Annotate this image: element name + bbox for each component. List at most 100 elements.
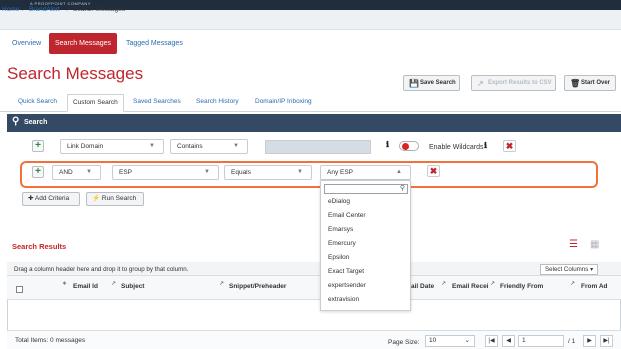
list-view-icon[interactable]: ☰ [569,239,578,250]
column-friendly-from[interactable]: Friendly From [500,283,543,290]
breadcrumb-brandalert[interactable]: BrandAlert [29,6,60,13]
search-panel-title: Search [24,119,48,126]
save-search-button[interactable]: 💾 Save Search [403,75,460,91]
search-icon: ⚲ [399,185,405,192]
export-csv-button[interactable]: ↗ Export Results to CSV [471,75,556,91]
operator-select[interactable]: Contains ▼ [170,139,248,154]
prev-page-button[interactable]: ◀ [502,335,515,347]
dropdown-filter-input[interactable]: ⚲ [324,184,408,194]
tab-saved-searches[interactable]: Saved Searches [128,94,186,112]
select-columns-button[interactable]: Select Columns ▾ [540,264,599,275]
chevron-down-icon: ▼ [204,169,210,175]
esp-select[interactable]: Any ESP ▲ [320,165,411,180]
grid-view-icon[interactable]: ▦ [590,239,599,250]
dropdown-option[interactable]: Epsilon [328,254,349,261]
first-page-button[interactable]: |◀ [485,335,498,347]
breadcrumb-home[interactable]: Home [2,6,19,13]
chevron-down-icon: ▼ [233,143,239,149]
esp-dropdown-list: ⚲ eDialog Email Center Emarsys Emercury … [320,180,411,311]
save-search-label: Save Search [420,80,456,86]
pin-icon[interactable]: ∗ [62,280,67,287]
page-number-input[interactable]: 1 [518,335,564,347]
page-count: / 1 [568,338,576,345]
logic-select-value: AND [59,169,73,176]
info-icon: ℹ [386,140,390,149]
start-over-button[interactable]: 🗑 Start Over [564,75,616,91]
add-criteria-label: Add Criteria [34,195,70,202]
tab-domain-ip-inboxing[interactable]: Domain/IP Inboxing [250,94,317,112]
run-search-button[interactable]: ⚡ Run Search [86,192,144,206]
total-items: Total Items: 0 messages [15,337,86,344]
next-page-button[interactable]: ▶ [583,335,596,347]
tab-overview[interactable]: Overview [6,33,47,54]
add-criteria-button[interactable]: ✚ Add Criteria [22,192,80,206]
column-email-received[interactable]: Email Recei [452,283,489,290]
dropdown-option[interactable]: Emercury [328,240,356,247]
breadcrumb [0,10,621,30]
pin-icon[interactable]: ↗ [219,280,224,287]
dropdown-option[interactable]: expertsender [328,282,366,289]
column-subject[interactable]: Subject [121,283,144,290]
operator-select-value: Equals [231,169,251,176]
dropdown-option[interactable]: Emarsys [328,226,353,233]
add-group-button[interactable]: + [32,140,44,152]
pin-icon[interactable]: ↗ [111,280,116,287]
dropdown-option[interactable]: Exact Target [328,268,364,275]
chevron-up-icon: ▲ [396,169,402,175]
page-size-select[interactable]: 10 ⌄ [425,335,475,347]
results-title: Search Results [12,242,67,251]
search-panel-header: ⚲ Search [7,114,621,132]
breadcrumb-separator: > [66,6,70,13]
tab-quick-search[interactable]: Quick Search [13,94,62,112]
remove-criterion-button[interactable]: ✖ [427,165,440,177]
wildcards-label: Enable Wildcards [429,144,484,151]
tab-tagged-messages[interactable]: Tagged Messages [120,33,189,54]
dropdown-option[interactable]: eDialog [328,198,350,205]
value-input[interactable] [265,140,371,154]
group-by-panel[interactable]: Drag a column header here and drop it to… [7,262,621,276]
pin-icon[interactable]: ↗ [570,280,575,287]
chevron-down-icon: ▼ [149,143,155,149]
pin-icon[interactable]: ↗ [441,280,446,287]
field-select-value: ESP [119,169,133,176]
chevron-down-icon: ▼ [297,169,303,175]
wildcards-toggle[interactable] [399,141,419,151]
remove-criterion-button[interactable]: ✖ [503,140,516,152]
tab-search-history[interactable]: Search History [191,94,244,112]
wildcards-info-icon: ℹ [484,141,488,150]
last-page-button[interactable]: ▶| [600,335,613,347]
page-size-value: 10 [429,337,437,344]
breadcrumb-current: Search Messages [73,6,126,13]
group-by-hint: Drag a column header here and drop it to… [14,266,189,273]
chevron-down-icon: ▼ [86,169,92,175]
column-from-address[interactable]: From Ad [581,283,607,290]
column-email-id[interactable]: Email Id [73,283,98,290]
run-search-label: Run Search [101,195,137,202]
export-csv-label: Export Results to CSV [488,80,552,86]
logic-select[interactable]: AND ▼ [52,165,101,180]
bolt-icon: ⚡ [92,195,101,202]
field-select[interactable]: Link Domain ▼ [60,139,164,154]
export-icon: ↗ [477,79,484,88]
save-icon: 💾 [409,79,419,88]
dropdown-option[interactable]: extravision [328,296,359,303]
add-criterion-button[interactable]: + [32,166,44,178]
plus-icon: ✚ [28,195,34,202]
select-columns-label: Select Columns [545,266,589,273]
start-over-label: Start Over [581,80,611,86]
toggle-knob [402,143,409,150]
field-select[interactable]: ESP ▼ [112,165,219,180]
breadcrumb-separator: > [22,6,26,13]
select-all-checkbox[interactable] [16,286,23,293]
tab-search-messages[interactable]: Search Messages [49,33,118,54]
field-select-value: Link Domain [67,143,104,150]
operator-select-value: Contains [177,143,203,150]
column-email-date[interactable]: ail Date [411,283,434,290]
dropdown-option[interactable]: Email Center [328,212,366,219]
tab-custom-search[interactable]: Custom Search [67,94,124,112]
chevron-down-icon: ▾ [590,266,594,273]
column-snippet-preheader[interactable]: Snippet/Preheader [229,283,286,290]
search-icon: ⚲ [12,116,20,127]
operator-select[interactable]: Equals ▼ [224,165,312,180]
pin-icon[interactable]: ↗ [490,280,495,287]
